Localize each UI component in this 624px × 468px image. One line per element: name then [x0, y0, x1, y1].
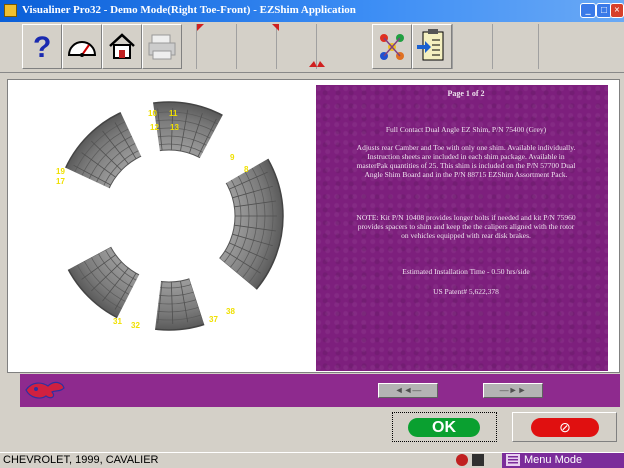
shim-position-label: 13	[170, 123, 179, 132]
shim-position-label: 12	[150, 123, 159, 132]
shim-position-label: 19	[56, 167, 65, 176]
shim-position-label: 9	[230, 153, 235, 162]
patent-number: US Patent# 5,622,378	[433, 287, 499, 296]
window-title: Visualiner Pro32 - Demo Mode(Right Toe-F…	[22, 4, 356, 16]
help-icon: ?	[33, 31, 51, 64]
shim-position-label: 11	[169, 109, 178, 118]
minimize-button[interactable]: _	[580, 3, 596, 18]
install-time: Estimated Installation Time - 0.50 hrs/s…	[402, 267, 530, 276]
mode-label: Menu Mode	[524, 454, 583, 466]
report-button[interactable]	[412, 24, 452, 69]
status-bar: CHEVROLET, 1999, CAVALIER Menu Mode	[0, 452, 624, 468]
shim-position-label: 32	[131, 321, 140, 330]
close-button[interactable]: ×	[610, 3, 624, 18]
ok-label: OK	[408, 418, 480, 437]
ok-button[interactable]: OK	[392, 412, 497, 442]
shim-chart-button[interactable]	[372, 24, 412, 69]
printer-icon	[148, 34, 176, 60]
shim-position-label: 10	[148, 109, 157, 118]
cancel-button[interactable]: ⊘	[512, 412, 617, 442]
home-icon	[109, 33, 135, 59]
home-button[interactable]	[102, 24, 142, 69]
vehicle-info: CHEVROLET, 1999, CAVALIER	[3, 454, 159, 466]
grid-icon	[472, 454, 484, 466]
print-button[interactable]	[142, 24, 182, 69]
next-page-button[interactable]: —►►	[483, 383, 543, 398]
cancel-icon: ⊘	[531, 418, 599, 437]
chart-icon	[380, 34, 404, 60]
record-icon	[456, 454, 468, 466]
menu-mode-icon	[506, 454, 520, 466]
shim-position-label: 31	[113, 317, 122, 326]
shim-diagram: 10 11 12 13 98 1917 31 32 37 38	[52, 101, 284, 332]
shim-position-label: 8	[244, 165, 249, 174]
gauge-icon	[67, 41, 97, 57]
page-indicator: Page 1 of 2	[447, 89, 485, 98]
product-note: NOTE: Kit P/N 10408 provides longer bolt…	[356, 213, 576, 240]
gauge-button[interactable]	[62, 24, 102, 69]
toolbar-slot-5	[452, 24, 492, 69]
toolbar: ?	[0, 22, 624, 73]
brand-logo	[25, 381, 65, 399]
toolbar-slot-4	[309, 24, 356, 69]
mode-indicator: Menu Mode	[502, 453, 624, 468]
shim-position-label: 17	[56, 177, 65, 186]
clipboard-icon	[417, 29, 444, 61]
shim-position-label: 38	[226, 307, 235, 316]
prev-page-button[interactable]: ◄◄—	[378, 383, 438, 398]
info-panel: Page 1 of 2 Full Contact Dual Angle EZ S…	[316, 85, 608, 371]
app-icon	[4, 4, 17, 17]
product-description: Adjusts rear Camber and Toe with only on…	[356, 143, 576, 179]
toolbar-slot-1	[196, 24, 236, 69]
product-title: Full Contact Dual Angle EZ Shim, P/N 754…	[385, 125, 547, 134]
help-button[interactable]: ?	[22, 24, 62, 69]
svg-text:?: ?	[33, 31, 51, 64]
shim-position-label: 37	[209, 315, 218, 324]
title-bar: Visualiner Pro32 - Demo Mode(Right Toe-F…	[0, 0, 624, 22]
toolbar-slot-7	[538, 24, 578, 69]
toolbar-slot-6	[492, 24, 532, 69]
